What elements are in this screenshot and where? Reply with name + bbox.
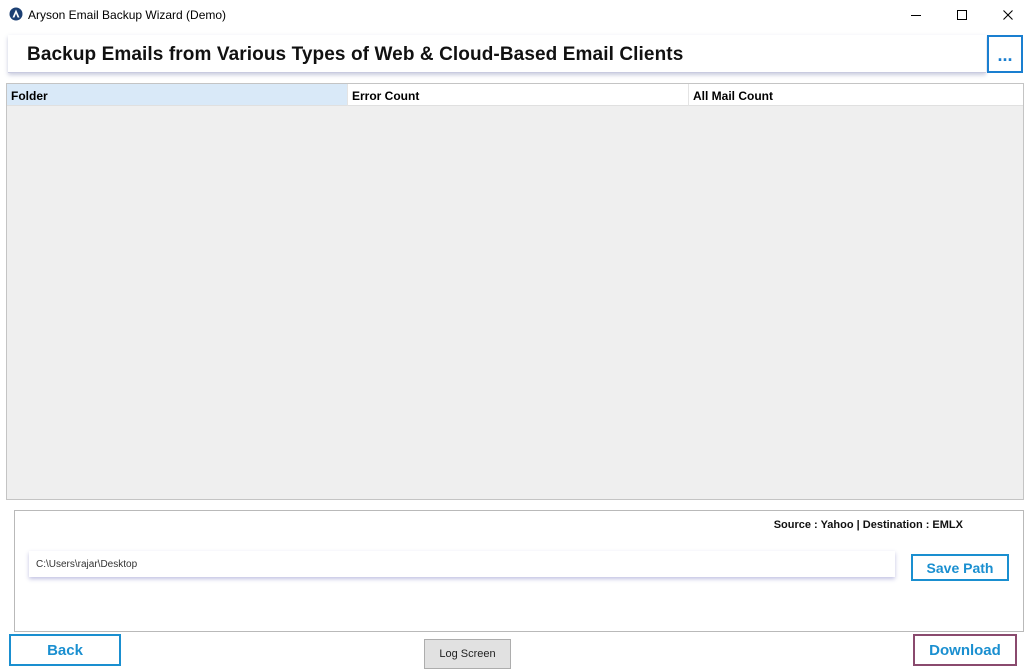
- page-header: Backup Emails from Various Types of Web …: [8, 35, 986, 73]
- column-header-error-count[interactable]: Error Count: [347, 84, 688, 106]
- back-button[interactable]: Back: [9, 634, 121, 666]
- page-title: Backup Emails from Various Types of Web …: [27, 44, 684, 65]
- aryson-logo-icon: [9, 7, 23, 21]
- log-screen-button[interactable]: Log Screen: [424, 639, 511, 669]
- column-header-all-mail-count[interactable]: All Mail Count: [688, 84, 1023, 106]
- save-path-field[interactable]: [29, 551, 895, 577]
- destination-panel: Source : Yahoo | Destination : EMLX Save…: [14, 510, 1024, 632]
- maximize-icon[interactable]: [939, 0, 985, 30]
- download-button[interactable]: Download: [913, 634, 1017, 666]
- close-icon[interactable]: [985, 0, 1024, 30]
- window-title: Aryson Email Backup Wizard (Demo): [28, 8, 227, 22]
- column-header-folder[interactable]: Folder: [7, 84, 347, 106]
- grid-header: Folder Error Count All Mail Count: [7, 84, 1023, 106]
- save-path-button[interactable]: Save Path: [911, 554, 1009, 581]
- more-options-button[interactable]: ...: [987, 35, 1023, 73]
- folder-grid[interactable]: Folder Error Count All Mail Count: [6, 83, 1024, 500]
- source-destination-label: Source : Yahoo | Destination : EMLX: [773, 519, 963, 531]
- title-bar: Aryson Email Backup Wizard (Demo): [0, 0, 1024, 30]
- minimize-icon[interactable]: [893, 0, 939, 30]
